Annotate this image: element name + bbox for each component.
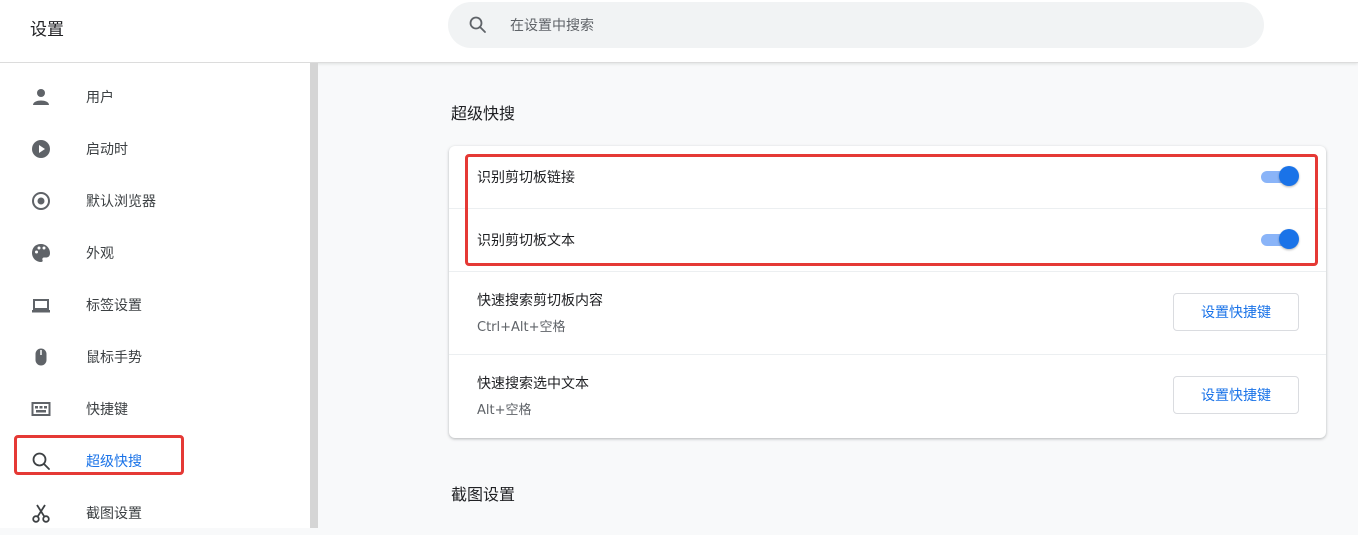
row-sublabel: Ctrl+Alt+空格 bbox=[477, 320, 566, 335]
sidebar-item-label: 用户 bbox=[86, 90, 114, 106]
set-shortcut-button[interactable]: 设置快捷键 bbox=[1173, 376, 1299, 414]
top-bar: 设置 bbox=[0, 0, 1358, 63]
row-label: 快速搜索选中文本 bbox=[477, 376, 589, 392]
sidebar-item-label: 截图设置 bbox=[86, 506, 142, 522]
app-title: 设置 bbox=[30, 20, 64, 40]
mouse-icon bbox=[35, 348, 47, 366]
sidebar-item-users[interactable]: 用户 bbox=[0, 75, 310, 119]
section-title: 截图设置 bbox=[451, 485, 516, 504]
section-title: 超级快搜 bbox=[451, 104, 516, 123]
highlight-outline bbox=[14, 435, 184, 475]
sidebar-item-startup[interactable]: 启动时 bbox=[0, 127, 310, 171]
sidebar-item-mouse-gestures[interactable]: 鼠标手势 bbox=[0, 335, 310, 379]
keyboard-icon bbox=[31, 402, 51, 416]
search-box[interactable] bbox=[448, 2, 1264, 48]
sidebar-item-label: 启动时 bbox=[86, 142, 128, 158]
sidebar-item-label: 标签设置 bbox=[86, 298, 142, 314]
laptop-icon bbox=[32, 299, 50, 313]
palette-icon bbox=[32, 244, 50, 262]
sidebar-item-tabs[interactable]: 标签设置 bbox=[0, 283, 310, 327]
highlight-outline bbox=[465, 154, 1318, 266]
sidebar-item-screenshot[interactable]: 截图设置 bbox=[0, 491, 310, 535]
person-icon bbox=[33, 89, 49, 105]
settings-row: 快速搜索剪切板内容 Ctrl+Alt+空格 设置快捷键 bbox=[449, 272, 1326, 354]
sidebar-item-default-browser[interactable]: 默认浏览器 bbox=[0, 179, 310, 223]
sidebar-item-shortcuts[interactable]: 快捷键 bbox=[0, 387, 310, 431]
row-sublabel: Alt+空格 bbox=[477, 403, 532, 418]
sidebar-item-label: 鼠标手势 bbox=[86, 350, 142, 366]
settings-row: 快速搜索选中文本 Alt+空格 设置快捷键 bbox=[449, 355, 1326, 437]
scissors-icon bbox=[32, 504, 50, 523]
browser-icon bbox=[32, 192, 50, 210]
sidebar-item-appearance[interactable]: 外观 bbox=[0, 231, 310, 275]
set-shortcut-button[interactable]: 设置快捷键 bbox=[1173, 293, 1299, 331]
sidebar-item-label: 外观 bbox=[86, 246, 114, 262]
row-label: 快速搜索剪切板内容 bbox=[477, 293, 603, 309]
sidebar-item-label: 快捷键 bbox=[86, 402, 128, 418]
search-icon bbox=[469, 16, 486, 33]
search-input[interactable] bbox=[508, 11, 1212, 41]
power-icon bbox=[32, 140, 50, 158]
sidebar-scrollbar[interactable] bbox=[310, 63, 318, 528]
sidebar-item-label: 默认浏览器 bbox=[86, 194, 156, 210]
